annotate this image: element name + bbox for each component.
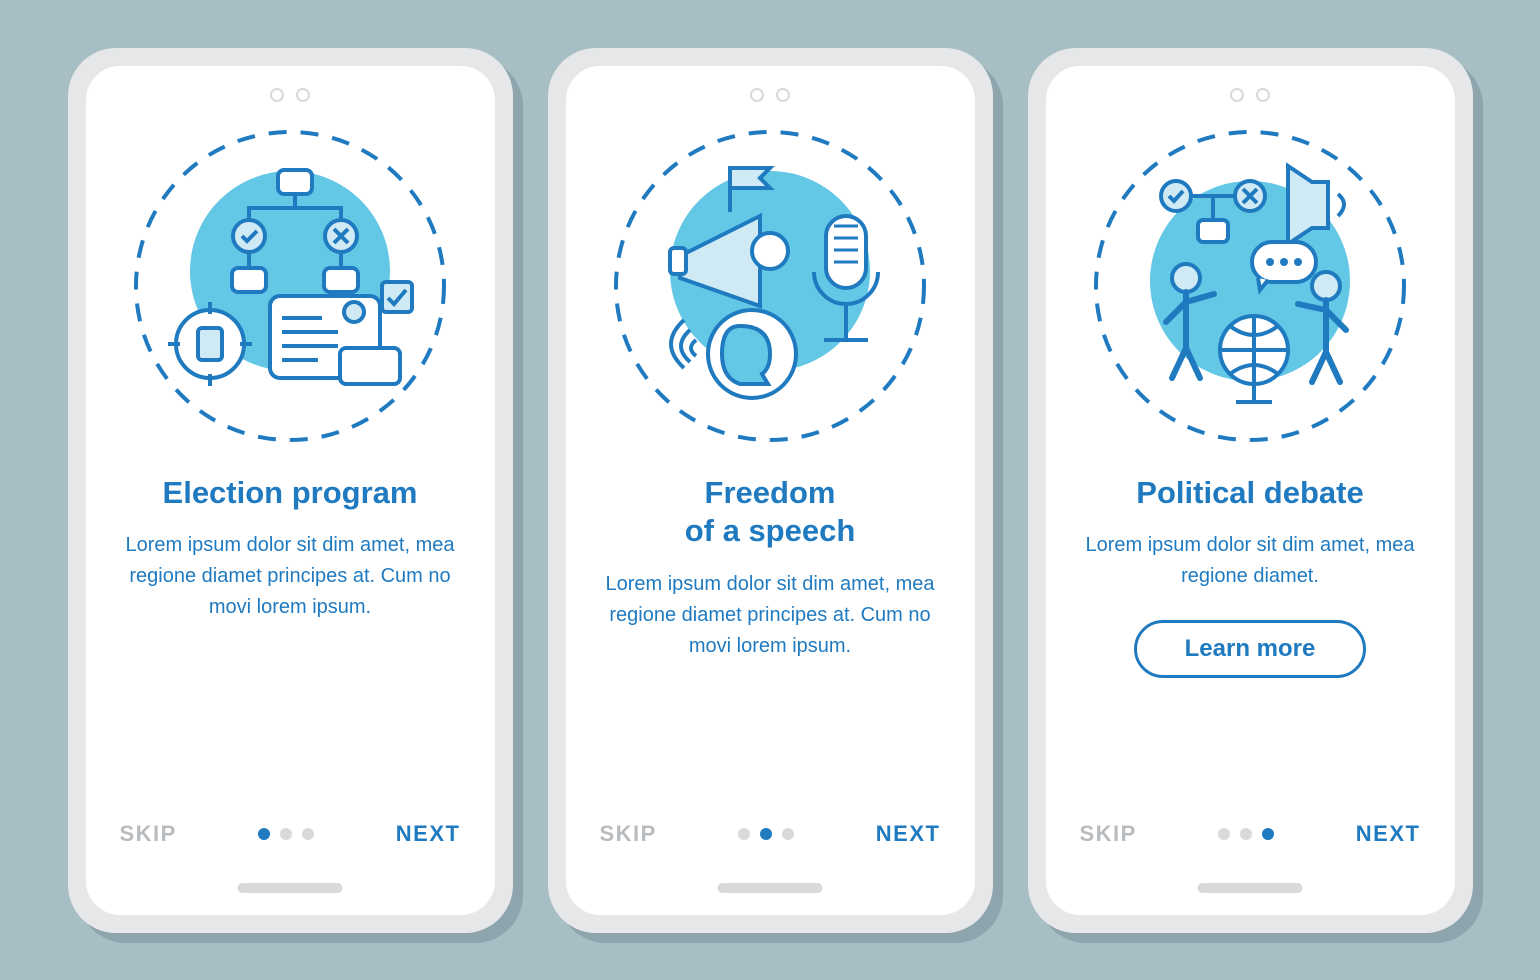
- onboarding-screen-3: Political debate Lorem ipsum dolor sit d…: [1046, 66, 1455, 915]
- dot-3[interactable]: [1262, 828, 1274, 840]
- dot-2[interactable]: [280, 828, 292, 840]
- screen-body: Lorem ipsum dolor sit dim amet, mea regi…: [600, 569, 941, 662]
- page-dots: [738, 828, 794, 840]
- phone-frame-1: Election program Lorem ipsum dolor sit d…: [68, 48, 513, 933]
- screen-title: Freedom of a speech: [685, 474, 856, 552]
- dot-2[interactable]: [1240, 828, 1252, 840]
- political-debate-illustration: [1090, 126, 1410, 446]
- onboarding-screen-1: Election program Lorem ipsum dolor sit d…: [86, 66, 495, 915]
- dot-1[interactable]: [738, 828, 750, 840]
- screen-nav: SKIP NEXT: [600, 821, 941, 847]
- next-button[interactable]: NEXT: [1356, 821, 1421, 847]
- dot-1[interactable]: [258, 828, 270, 840]
- home-indicator: [1198, 883, 1303, 893]
- home-indicator: [718, 883, 823, 893]
- page-dots: [1218, 828, 1274, 840]
- next-button[interactable]: NEXT: [876, 821, 941, 847]
- phone-frame-2: Freedom of a speech Lorem ipsum dolor si…: [548, 48, 993, 933]
- learn-more-button[interactable]: Learn more: [1134, 620, 1367, 678]
- skip-button[interactable]: SKIP: [120, 821, 177, 847]
- dot-1[interactable]: [1218, 828, 1230, 840]
- phone-frame-3: Political debate Lorem ipsum dolor sit d…: [1028, 48, 1473, 933]
- home-indicator: [238, 883, 343, 893]
- dot-3[interactable]: [782, 828, 794, 840]
- skip-button[interactable]: SKIP: [1080, 821, 1137, 847]
- sensor-dots: [750, 88, 790, 102]
- page-dots: [258, 828, 314, 840]
- screen-body: Lorem ipsum dolor sit dim amet, mea regi…: [120, 530, 461, 623]
- sensor-dots: [270, 88, 310, 102]
- dot-3[interactable]: [302, 828, 314, 840]
- next-button[interactable]: NEXT: [396, 821, 461, 847]
- election-program-illustration: [130, 126, 450, 446]
- dot-2[interactable]: [760, 828, 772, 840]
- sensor-dots: [1230, 88, 1270, 102]
- screen-nav: SKIP NEXT: [120, 821, 461, 847]
- onboarding-screen-2: Freedom of a speech Lorem ipsum dolor si…: [566, 66, 975, 915]
- screen-title: Election program: [163, 474, 418, 513]
- screen-title: Political debate: [1136, 474, 1363, 513]
- screen-body: Lorem ipsum dolor sit dim amet, mea regi…: [1080, 530, 1421, 592]
- skip-button[interactable]: SKIP: [600, 821, 657, 847]
- screen-nav: SKIP NEXT: [1080, 821, 1421, 847]
- freedom-of-speech-illustration: [610, 126, 930, 446]
